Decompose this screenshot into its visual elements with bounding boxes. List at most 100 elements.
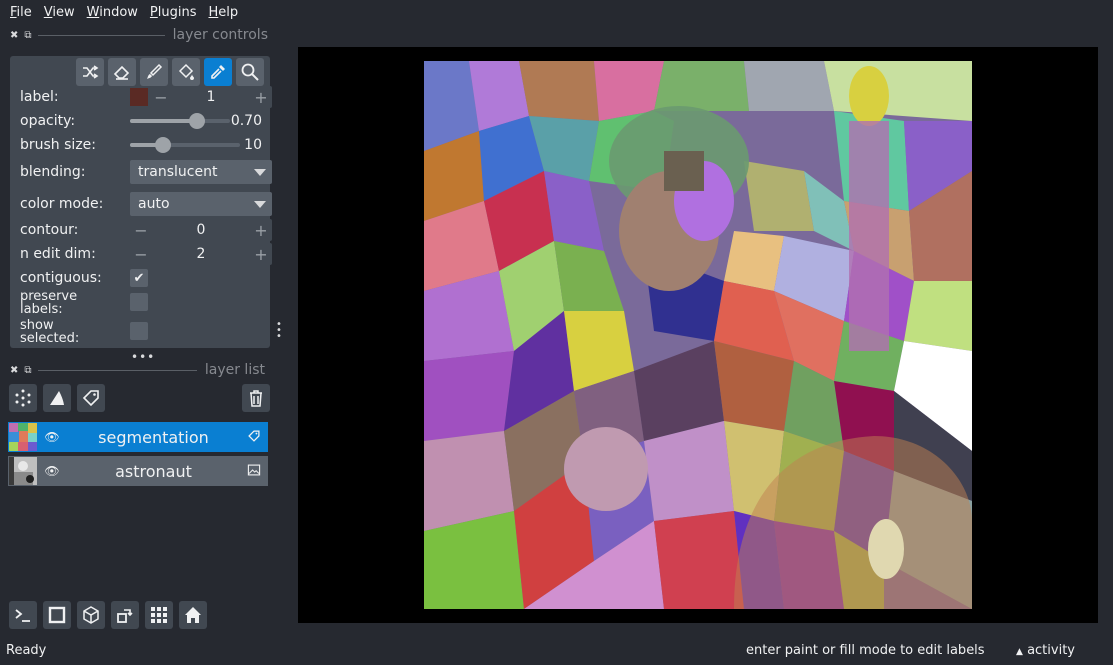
shuffle-icon [83,65,99,79]
blending-select[interactable]: translucent [130,160,272,184]
new-shapes-layer-button[interactable] [43,384,71,412]
contour-label: contour: [20,222,79,238]
opacity-slider-handle[interactable] [188,113,205,129]
brush-size-slider[interactable] [130,133,240,157]
contour-spinbox[interactable]: − 0 + [130,219,272,241]
menu-file[interactable]: File [4,5,38,20]
status-help-text: enter paint or fill mode to edit labels [746,643,985,658]
transpose-button[interactable] [111,601,139,629]
visibility-eye-icon[interactable]: 👁 [37,430,67,444]
paintbrush-button[interactable] [140,58,168,86]
color-mode-row: color mode: auto [20,192,272,216]
opacity-value: 0.70 [230,113,262,129]
status-bar: Ready enter paint or fill mode to edit l… [0,640,1113,665]
new-labels-layer-button[interactable] [77,384,105,412]
preserve-labels-checkbox[interactable] [130,293,148,311]
fill-bucket-button[interactable] [172,58,200,86]
n-edit-dim-row: n edit dim: − 2 + [20,242,272,266]
brush-size-value: 10 [244,137,262,153]
layer-list-title: layer list [204,362,265,378]
shuffle-colors-button[interactable] [76,58,104,86]
console-button[interactable] [9,601,37,629]
blending-row: blending: translucent [20,160,272,184]
activity-label: activity [1027,643,1075,658]
astronaut-thumbnail [9,457,37,485]
delete-layer-button[interactable] [242,384,270,412]
points-icon [15,389,31,407]
contour-row: contour: − 0 + [20,218,272,242]
eraser-button[interactable] [108,58,136,86]
terminal-icon [15,609,30,622]
dock-close-icon[interactable]: ✖ [10,365,18,376]
show-selected-label: show selected: [20,319,80,343]
grid-view-button[interactable] [145,601,173,629]
color-mode-select[interactable]: auto [130,192,272,216]
eraser-icon [113,65,130,80]
contour-increment-button[interactable]: + [250,221,272,240]
caret-up-icon: ▲ [1016,647,1023,657]
tool-row [76,58,264,86]
color-picker-icon [211,65,225,79]
chevron-down-icon [254,169,266,176]
segmentation-image[interactable] [424,61,972,609]
color-mode-label: color mode: [20,196,104,212]
opacity-label: opacity: [20,113,76,129]
dock-float-icon[interactable]: ⧉ [24,365,31,376]
fill-bucket-icon [178,63,194,80]
label-spinbox[interactable]: − 1 + [150,86,272,108]
contiguous-checkbox[interactable]: ✔ [130,269,148,287]
n-edit-dim-decrement-button[interactable]: − [130,245,152,264]
contour-decrement-button[interactable]: − [130,221,152,240]
label-color-swatch [130,88,148,106]
label-value[interactable]: 1 [172,89,250,105]
rotate-icon [117,609,133,623]
n-edit-dim-value[interactable]: 2 [152,246,250,262]
activity-button[interactable]: ▲ activity [1016,643,1075,658]
menu-plugins[interactable]: Plugins [144,5,203,20]
square-icon [48,606,66,624]
layer-item-astronaut[interactable]: 👁 astronaut [8,456,268,486]
new-points-layer-button[interactable] [9,384,37,412]
n-edit-dim-spinbox[interactable]: − 2 + [130,243,272,265]
color-picker-button[interactable] [204,58,232,86]
roll-dims-button[interactable] [77,601,105,629]
opacity-slider[interactable] [130,109,230,133]
layer-name[interactable]: segmentation [67,428,240,447]
menu-view[interactable]: View [38,5,81,20]
blending-value: translucent [138,164,218,180]
image-type-icon [240,463,268,480]
menu-bar: File View Window Plugins Help [0,0,1113,24]
vertical-splitter-handle[interactable]: • • • [276,320,282,342]
ndisplay-button[interactable] [43,601,71,629]
menu-window[interactable]: Window [81,5,144,20]
n-edit-dim-increment-button[interactable]: + [250,245,272,264]
status-text: Ready [6,643,47,658]
home-button[interactable] [179,601,207,629]
layer-controls-panel: label: − 1 + opacity: 0.70 brush size: 1… [10,56,272,348]
viewer-canvas[interactable] [298,47,1098,623]
label-increment-button[interactable]: + [250,88,272,107]
layer-list-title-bar: ✖ ⧉ layer list [10,360,265,380]
show-selected-checkbox[interactable] [130,322,148,340]
menu-help[interactable]: Help [203,5,245,20]
brush-size-slider-handle[interactable] [155,137,172,153]
contiguous-label: contiguous: [20,270,102,286]
dock-float-icon[interactable]: ⧉ [24,30,31,41]
checkmark-icon: ✔ [133,270,145,286]
cube-icon [83,606,99,624]
shapes-icon [50,391,64,405]
layer-name[interactable]: astronaut [67,462,240,481]
contour-value[interactable]: 0 [152,222,250,238]
color-mode-value: auto [138,196,170,212]
home-icon [185,607,201,623]
label-decrement-button[interactable]: − [150,88,172,107]
labels-type-icon [240,429,268,446]
zoom-button[interactable] [236,58,264,86]
dock-close-icon[interactable]: ✖ [10,30,18,41]
paintbrush-icon [147,63,163,79]
layer-item-segmentation[interactable]: 👁 segmentation [8,422,268,452]
contiguous-row: contiguous: ✔ [20,266,262,290]
visibility-eye-icon[interactable]: 👁 [37,464,67,478]
show-selected-row: show selected: [20,319,262,343]
grid-icon [151,607,167,623]
